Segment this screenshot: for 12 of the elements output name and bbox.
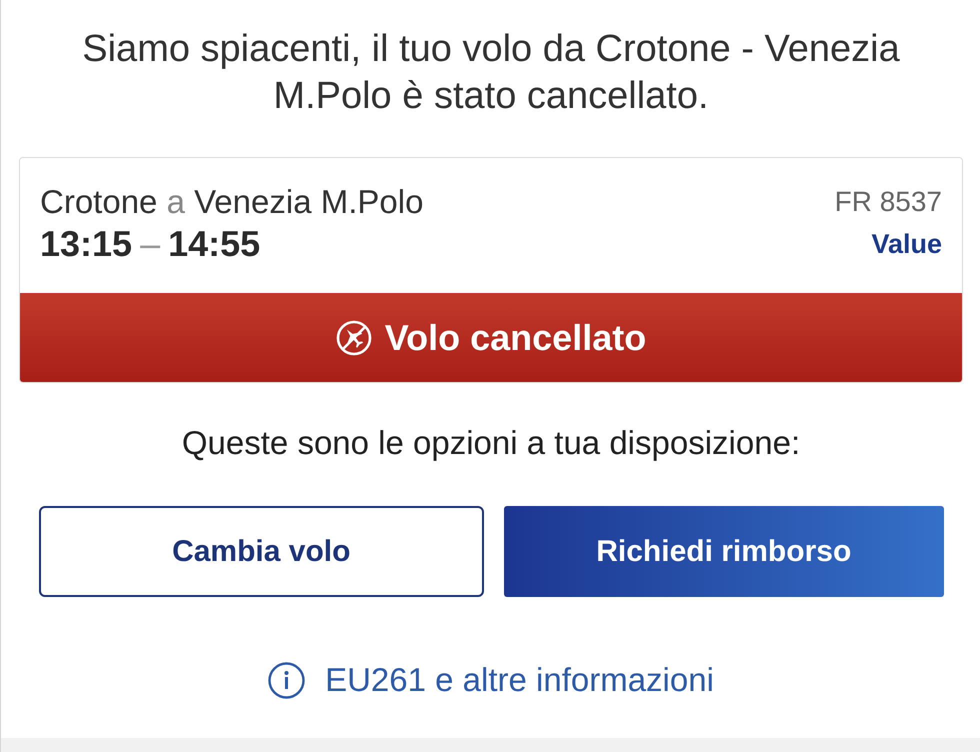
fare-label: Value: [870, 228, 942, 261]
refund-button[interactable]: Richiedi rimborso: [504, 506, 944, 597]
route-text: Crotone a Venezia M.Polo: [40, 184, 424, 220]
info-link[interactable]: EU261 e altre informazioni: [268, 661, 714, 699]
info-icon: [268, 662, 306, 698]
heading-text: Siamo spiacenti, il tuo volo da Crotone - Venezia M.Polo è stato cancellato.: [81, 27, 901, 119]
flight-times: 13:15 – 14:55: [40, 223, 262, 265]
options-heading: Queste sono le opzioni a tua disposizione:: [180, 424, 802, 462]
change-flight-button[interactable]: Cambia volo: [39, 506, 484, 597]
status-label: Volo cancellato: [384, 316, 646, 360]
flight-number: FR 8537: [834, 185, 942, 219]
cancelled-flight-icon: [336, 320, 372, 356]
